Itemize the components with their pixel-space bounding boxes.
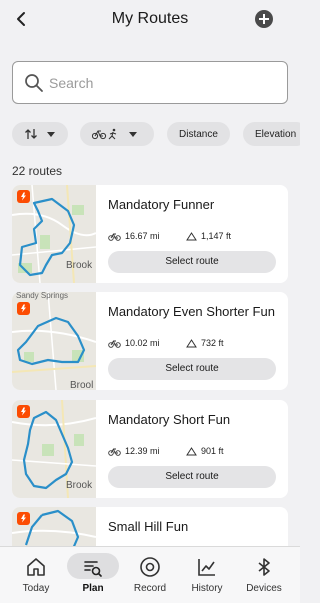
route-elevation: 732 ft bbox=[201, 338, 224, 348]
map-place-label: Sandy Springs bbox=[16, 292, 68, 300]
route-stats: 10.02 mi 732 ft bbox=[108, 338, 278, 352]
tab-record[interactable]: Record bbox=[120, 547, 180, 603]
elevation-stat: 901 ft bbox=[186, 446, 224, 456]
distance-filter-chip[interactable]: Distance bbox=[167, 122, 230, 146]
record-icon bbox=[140, 557, 160, 577]
elevation-icon bbox=[186, 446, 197, 455]
route-distance: 12.39 mi bbox=[125, 446, 160, 456]
tab-history[interactable]: History bbox=[177, 547, 237, 603]
elevation-icon bbox=[186, 231, 197, 240]
sort-filter-chip[interactable] bbox=[12, 122, 68, 146]
search-box[interactable] bbox=[12, 61, 288, 104]
route-stats: 16.67 mi 1,147 ft bbox=[108, 231, 278, 245]
select-route-button[interactable]: Select route bbox=[108, 251, 276, 273]
route-distance: 10.02 mi bbox=[125, 338, 160, 348]
route-distance: 16.67 mi bbox=[125, 231, 160, 241]
bluetooth-icon bbox=[258, 558, 270, 576]
chevron-down-icon bbox=[129, 131, 137, 137]
route-map-thumbnail[interactable]: Brook bbox=[12, 185, 96, 283]
plus-circle-icon[interactable] bbox=[255, 10, 273, 28]
chevron-down-icon bbox=[47, 131, 55, 137]
select-route-button[interactable]: Select route bbox=[108, 358, 276, 380]
bike-icon bbox=[108, 340, 121, 348]
bike-icon bbox=[108, 448, 121, 456]
elevation-filter-chip[interactable]: Elevation bbox=[243, 122, 300, 146]
routes-count: 22 routes bbox=[12, 164, 63, 178]
tab-label: Devices bbox=[246, 583, 282, 594]
search-input[interactable] bbox=[49, 72, 269, 94]
route-map-thumbnail[interactable]: Brook bbox=[12, 400, 96, 498]
map-place-label: Brook bbox=[66, 480, 93, 491]
elevation-icon bbox=[186, 338, 197, 347]
home-icon bbox=[27, 558, 45, 576]
route-plan-icon bbox=[84, 561, 102, 577]
distance-stat: 16.67 mi bbox=[108, 231, 160, 241]
route-stats: 12.39 mi 901 ft bbox=[108, 446, 278, 460]
route-name: Mandatory Even Shorter Fun bbox=[108, 304, 275, 319]
history-chart-icon bbox=[198, 559, 215, 576]
elevation-stat: 1,147 ft bbox=[186, 231, 231, 241]
route-name: Mandatory Short Fun bbox=[108, 412, 231, 427]
sort-arrows-icon bbox=[25, 129, 37, 139]
route-card[interactable]: Brook Mandatory Short Fun 12.39 mi 901 f… bbox=[12, 400, 288, 498]
route-elevation: 901 ft bbox=[201, 446, 224, 456]
filter-bar: Distance Elevation bbox=[12, 122, 300, 146]
tab-label: Today bbox=[22, 583, 50, 594]
search-icon bbox=[25, 74, 43, 92]
route-map-thumbnail[interactable]: Sandy Springs Brool bbox=[12, 292, 96, 390]
route-name: Mandatory Funner bbox=[108, 197, 215, 212]
route-card[interactable]: Sandy Springs Brool Mandatory Even Short… bbox=[12, 292, 288, 390]
tab-label: History bbox=[191, 583, 223, 594]
tab-today[interactable]: Today bbox=[6, 547, 66, 603]
route-elevation: 1,147 ft bbox=[201, 231, 232, 241]
select-route-button[interactable]: Select route bbox=[108, 466, 276, 488]
bottom-tab-bar: Today Plan Record History Devices bbox=[0, 546, 300, 603]
tab-label: Plan bbox=[82, 583, 104, 594]
tab-label: Record bbox=[133, 583, 167, 594]
distance-stat: 10.02 mi bbox=[108, 338, 160, 348]
elevation-stat: 732 ft bbox=[186, 338, 224, 348]
route-card[interactable]: Brook Mandatory Funner 16.67 mi 1,147 ft… bbox=[12, 185, 288, 283]
sport-filter-chip[interactable] bbox=[80, 122, 154, 146]
distance-stat: 12.39 mi bbox=[108, 446, 160, 456]
map-place-label: Brool bbox=[70, 380, 93, 390]
tab-devices[interactable]: Devices bbox=[234, 547, 294, 603]
bike-icon bbox=[108, 233, 121, 241]
bike-run-icon bbox=[92, 128, 117, 140]
route-name: Small Hill Fun bbox=[108, 519, 189, 534]
tab-plan[interactable]: Plan bbox=[63, 547, 123, 603]
map-place-label: Brook bbox=[66, 260, 93, 271]
top-bar: My Routes bbox=[0, 0, 300, 40]
